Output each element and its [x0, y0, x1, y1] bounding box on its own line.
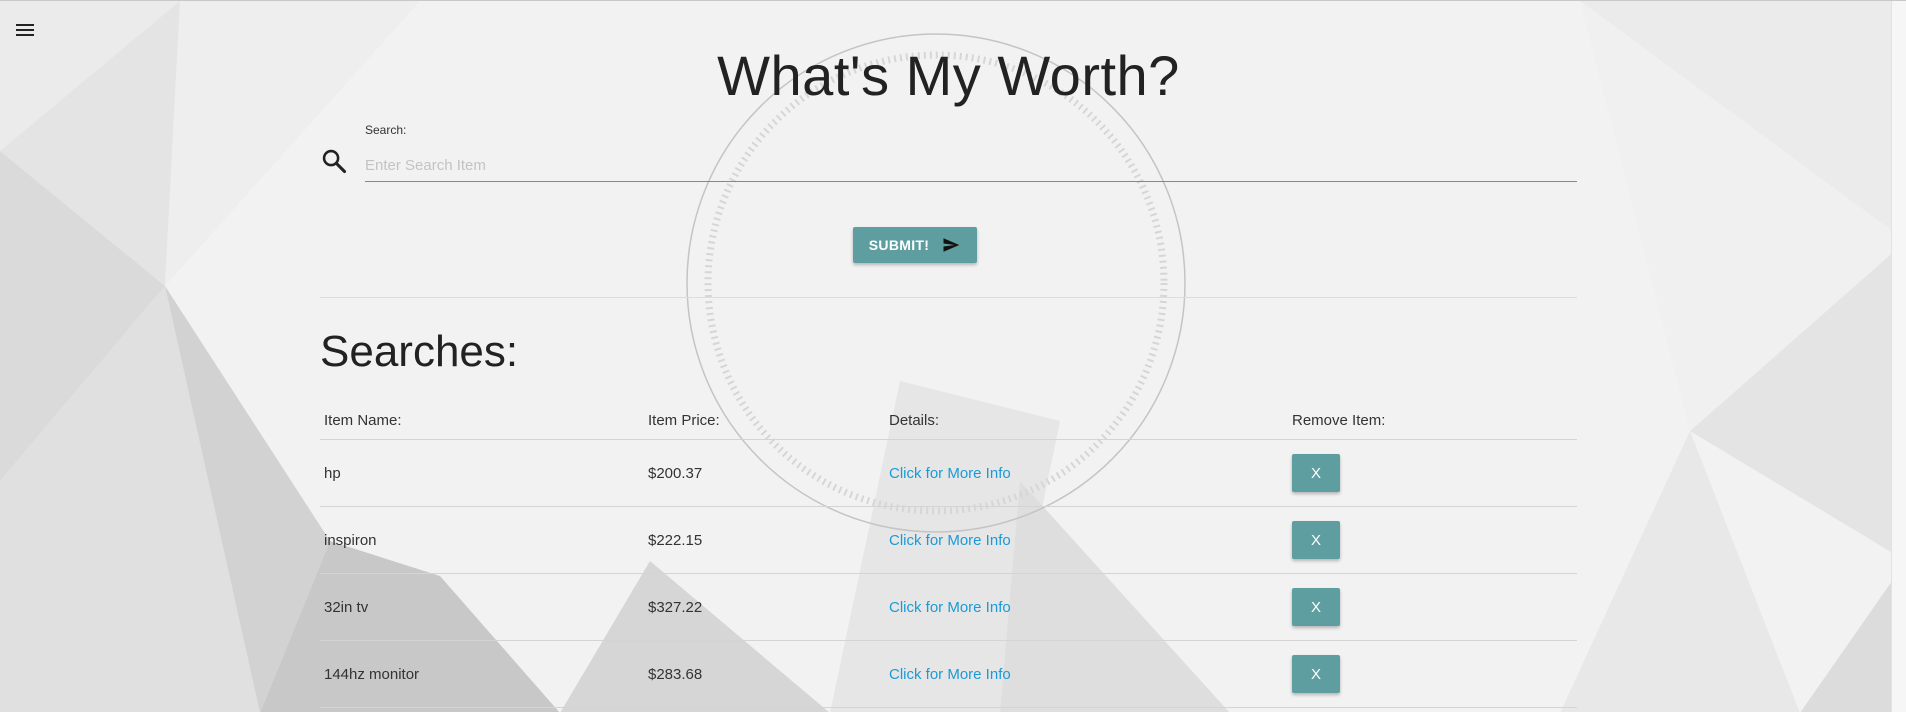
divider	[320, 297, 1577, 298]
search-input[interactable]	[365, 149, 1577, 182]
column-header-item-name: Item Name:	[320, 401, 644, 440]
submit-label: SUBMIT!	[868, 237, 930, 253]
column-header-details: Details:	[885, 401, 1288, 440]
item-price: $222.15	[644, 506, 885, 574]
hamburger-menu-icon[interactable]	[14, 21, 36, 39]
table-row: hp $200.37 Click for More Info X	[320, 439, 1577, 507]
searches-table: Item Name: Item Price: Details: Remove I…	[320, 401, 1577, 708]
searches-title: Searches:	[320, 327, 519, 376]
remove-item-button[interactable]: X	[1292, 521, 1340, 559]
item-price: $327.22	[644, 573, 885, 641]
scrollbar[interactable]	[1891, 1, 1906, 712]
item-name: inspiron	[320, 506, 644, 574]
search-icon	[322, 149, 347, 174]
table-header-row: Item Name: Item Price: Details: Remove I…	[320, 401, 1577, 440]
more-info-link[interactable]: Click for More Info	[889, 465, 1011, 482]
remove-item-button[interactable]: X	[1292, 655, 1340, 693]
submit-button[interactable]: SUBMIT!	[853, 227, 977, 263]
item-name: hp	[320, 439, 644, 507]
more-info-link[interactable]: Click for More Info	[889, 666, 1011, 683]
send-icon	[943, 238, 960, 252]
item-name: 32in tv	[320, 573, 644, 641]
item-name: 144hz monitor	[320, 640, 644, 708]
item-price: $283.68	[644, 640, 885, 708]
remove-item-button[interactable]: X	[1292, 454, 1340, 492]
column-header-item-price: Item Price:	[644, 401, 885, 440]
more-info-link[interactable]: Click for More Info	[889, 532, 1011, 549]
page-title: What's My Worth?	[717, 44, 1180, 107]
remove-item-button[interactable]: X	[1292, 588, 1340, 626]
table-row: 32in tv $327.22 Click for More Info X	[320, 573, 1577, 641]
item-price: $200.37	[644, 439, 885, 507]
table-row: inspiron $222.15 Click for More Info X	[320, 506, 1577, 574]
table-row: 144hz monitor $283.68 Click for More Inf…	[320, 640, 1577, 708]
search-label: Search:	[365, 123, 407, 137]
column-header-remove-item: Remove Item:	[1288, 401, 1577, 440]
more-info-link[interactable]: Click for More Info	[889, 599, 1011, 616]
